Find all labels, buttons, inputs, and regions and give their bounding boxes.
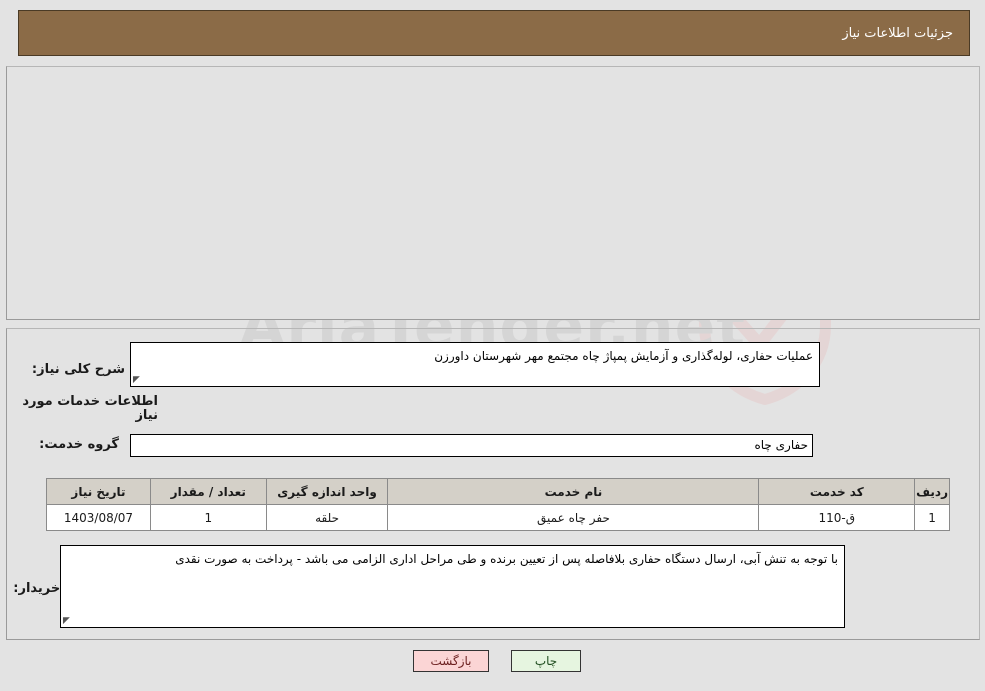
need-details-panel: [6, 328, 980, 640]
page-root: AriaTender.net جزئیات اطلاعات نیاز شماره…: [0, 0, 985, 691]
print-button[interactable]: چاپ: [511, 650, 581, 672]
page-title: جزئیات اطلاعات نیاز: [842, 25, 953, 41]
need-summary-panel: [6, 66, 980, 320]
window-title-bar: جزئیات اطلاعات نیاز: [18, 10, 970, 56]
back-button[interactable]: بازگشت: [413, 650, 489, 672]
